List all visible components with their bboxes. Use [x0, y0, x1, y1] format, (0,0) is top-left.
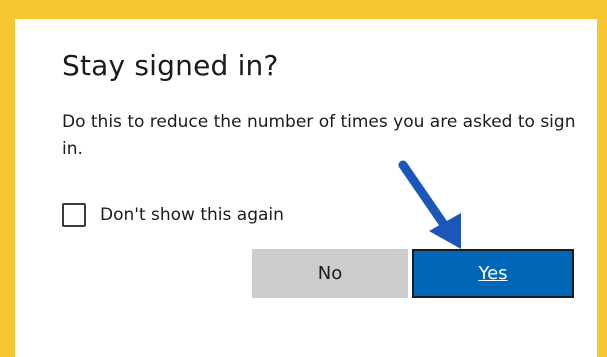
dialog-description: Do this to reduce the number of times yo…	[62, 112, 576, 159]
no-button[interactable]: No	[252, 249, 408, 298]
dont-show-again-label[interactable]: Don't show this again	[100, 205, 284, 225]
dont-show-again-row[interactable]: Don't show this again	[62, 201, 284, 229]
dont-show-again-checkbox[interactable]	[62, 203, 86, 227]
dialog-title: Stay signed in?	[62, 49, 279, 82]
highlight-frame: Stay signed in? Do this to reduce the nu…	[0, 0, 607, 357]
stay-signed-in-dialog: Stay signed in? Do this to reduce the nu…	[15, 19, 597, 357]
arrow-down-right-icon	[398, 160, 461, 249]
